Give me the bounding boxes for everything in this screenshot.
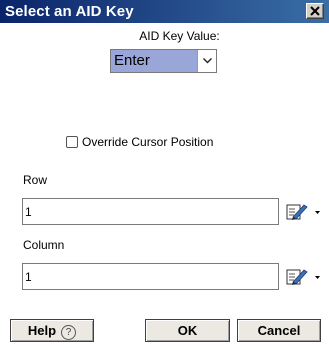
aid-key-dropdown-button[interactable] — [197, 50, 216, 72]
row-edit-button[interactable] — [285, 202, 323, 222]
row-input[interactable] — [22, 198, 279, 225]
help-button[interactable]: Help? — [10, 319, 94, 342]
row-label: Row — [23, 173, 48, 187]
window-title: Select an AID Key — [5, 3, 134, 20]
title-bar: Select an AID Key — [0, 0, 329, 23]
help-icon: ? — [61, 325, 77, 340]
override-cursor-label: Override Cursor Position — [82, 135, 214, 149]
dialog-body: AID Key Value: Enter Override Cursor Pos… — [0, 23, 329, 348]
aid-key-label: AID Key Value: — [139, 29, 220, 43]
cancel-button-label: Cancel — [257, 323, 301, 338]
help-button-label: Help — [27, 323, 57, 338]
edit-pencil-icon — [285, 269, 323, 290]
ok-button-label: OK — [177, 323, 198, 338]
ok-button[interactable]: OK — [145, 319, 230, 342]
cancel-button[interactable]: Cancel — [237, 319, 321, 342]
aid-key-select[interactable]: Enter — [110, 49, 217, 73]
column-label: Column — [23, 238, 65, 252]
column-input[interactable] — [22, 263, 279, 290]
column-edit-button[interactable] — [285, 267, 323, 287]
chevron-down-icon — [202, 55, 213, 69]
aid-key-selected-value: Enter — [111, 50, 198, 72]
override-cursor-checkbox[interactable] — [66, 136, 78, 148]
edit-pencil-icon — [285, 204, 323, 225]
close-icon — [310, 5, 320, 19]
close-button[interactable] — [306, 3, 324, 19]
